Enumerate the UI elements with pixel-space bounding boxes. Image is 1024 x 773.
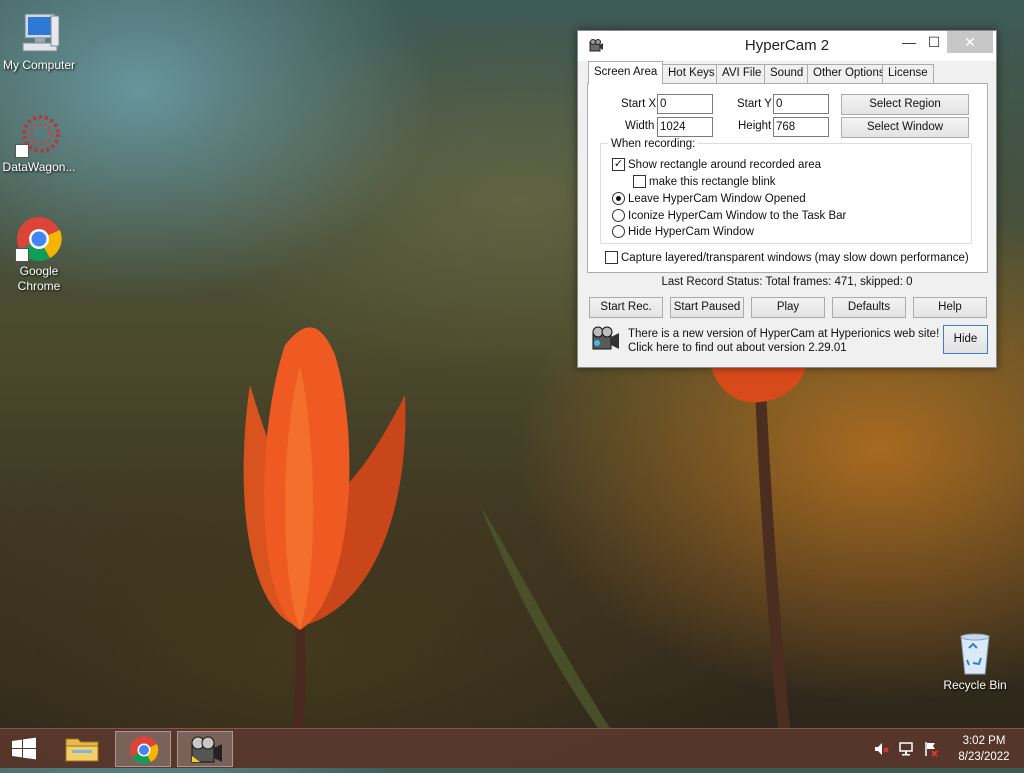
blink-checkbox[interactable]: [633, 175, 646, 188]
capture-layered-checkbox[interactable]: [605, 251, 618, 264]
hypercam-window: HyperCam 2 — ☐ ✕ Screen Area Hot Keys AV…: [577, 30, 997, 368]
file-explorer-icon: [65, 738, 99, 762]
hide-button[interactable]: Hide: [943, 325, 988, 354]
wallpaper-leaf: [480, 505, 610, 728]
hypercam-icon: [191, 736, 222, 763]
defaults-button[interactable]: Defaults: [832, 297, 906, 318]
help-button[interactable]: Help: [913, 297, 987, 318]
tab-license[interactable]: License: [882, 64, 934, 83]
action-center-flag-icon[interactable]: [923, 741, 939, 757]
taskbar-file-explorer[interactable]: [54, 731, 110, 767]
chrome-icon: [130, 736, 159, 764]
recycle-bin-icon: [951, 630, 999, 676]
desktop-icon-label: Recycle Bin: [943, 678, 1007, 692]
start-icon: [12, 737, 36, 760]
start-y-input[interactable]: [773, 94, 829, 114]
blink-label: make this rectangle blink: [649, 176, 776, 188]
update-notice: There is a new version of HyperCam at Hy…: [587, 321, 988, 359]
tab-avi-file[interactable]: AVI File: [716, 64, 768, 83]
width-label: Width: [625, 120, 655, 132]
shortcut-arrow-icon: [15, 248, 29, 262]
start-y-label: Start Y: [737, 98, 772, 110]
iconize-window-radio[interactable]: [612, 209, 625, 222]
network-icon[interactable]: [898, 741, 914, 757]
tab-sound[interactable]: Sound: [764, 64, 810, 83]
maximize-button[interactable]: ☐: [919, 31, 949, 53]
taskbar-chrome[interactable]: [115, 731, 171, 767]
tab-hot-keys[interactable]: Hot Keys: [662, 64, 721, 83]
datawagon-icon: [15, 112, 63, 158]
title-bar[interactable]: HyperCam 2 — ☐ ✕: [578, 31, 996, 61]
taskbar-clock[interactable]: 3:02 PM 8/23/2022: [944, 733, 1024, 765]
leave-window-opened-label: Leave HyperCam Window Opened: [628, 193, 806, 205]
close-button[interactable]: ✕: [947, 31, 993, 53]
wallpaper-tulip-right: [710, 365, 808, 728]
radio-selected-dot: [616, 196, 621, 201]
width-input[interactable]: [657, 117, 713, 137]
wallpaper-tulip-left: [243, 327, 406, 728]
hide-window-label: Hide HyperCam Window: [628, 226, 754, 238]
update-message-link[interactable]: There is a new version of HyperCam at Hy…: [628, 327, 946, 355]
desktop-icon-datawagon[interactable]: DataWagon...: [0, 112, 79, 175]
desktop-icon-recycle-bin[interactable]: Recycle Bin: [935, 630, 1015, 693]
height-input[interactable]: [773, 117, 829, 137]
volume-muted-icon[interactable]: [873, 741, 889, 757]
hypercam-camera-icon: [589, 323, 621, 355]
clock-time: 3:02 PM: [962, 735, 1006, 747]
play-button[interactable]: Play: [751, 297, 825, 318]
desktop-icon-label: My Computer: [2, 58, 76, 72]
iconize-window-label: Iconize HyperCam Window to the Task Bar: [628, 210, 847, 222]
desktop-icon-label: DataWagon...: [2, 160, 76, 174]
height-label: Height: [738, 120, 772, 132]
chrome-icon: [15, 216, 63, 262]
clock-date: 8/23/2022: [958, 751, 1010, 763]
taskbar-hypercam[interactable]: [177, 731, 233, 767]
show-rectangle-checkbox[interactable]: ✓: [612, 158, 625, 171]
start-rec-button[interactable]: Start Rec.: [589, 297, 663, 318]
capture-layered-label: Capture layered/transparent windows (may…: [621, 252, 969, 264]
start-x-input[interactable]: [657, 94, 713, 114]
desktop-icon-label: Google Chrome: [17, 264, 61, 293]
select-window-button[interactable]: Select Window: [841, 117, 969, 138]
tab-screen-area[interactable]: Screen Area: [588, 61, 664, 84]
start-button[interactable]: [0, 731, 48, 767]
desktop-icon-google-chrome[interactable]: Google Chrome: [0, 216, 79, 294]
leave-window-opened-radio[interactable]: [612, 192, 625, 205]
computer-icon: [15, 10, 63, 56]
hide-window-radio[interactable]: [612, 225, 625, 238]
start-paused-button[interactable]: Start Paused: [670, 297, 744, 318]
when-recording-title: When recording:: [608, 138, 699, 150]
show-rectangle-label: Show rectangle around recorded area: [628, 159, 822, 171]
taskbar: 3:02 PM 8/23/2022: [0, 728, 1024, 768]
select-region-button[interactable]: Select Region: [841, 94, 969, 115]
shortcut-arrow-icon: [15, 144, 29, 158]
last-record-status: Last Record Status: Total frames: 471, s…: [661, 276, 913, 288]
tab-other-options[interactable]: Other Options: [807, 64, 891, 83]
start-x-label: Start X: [621, 98, 657, 110]
desktop-icon-my-computer[interactable]: My Computer: [0, 10, 79, 73]
